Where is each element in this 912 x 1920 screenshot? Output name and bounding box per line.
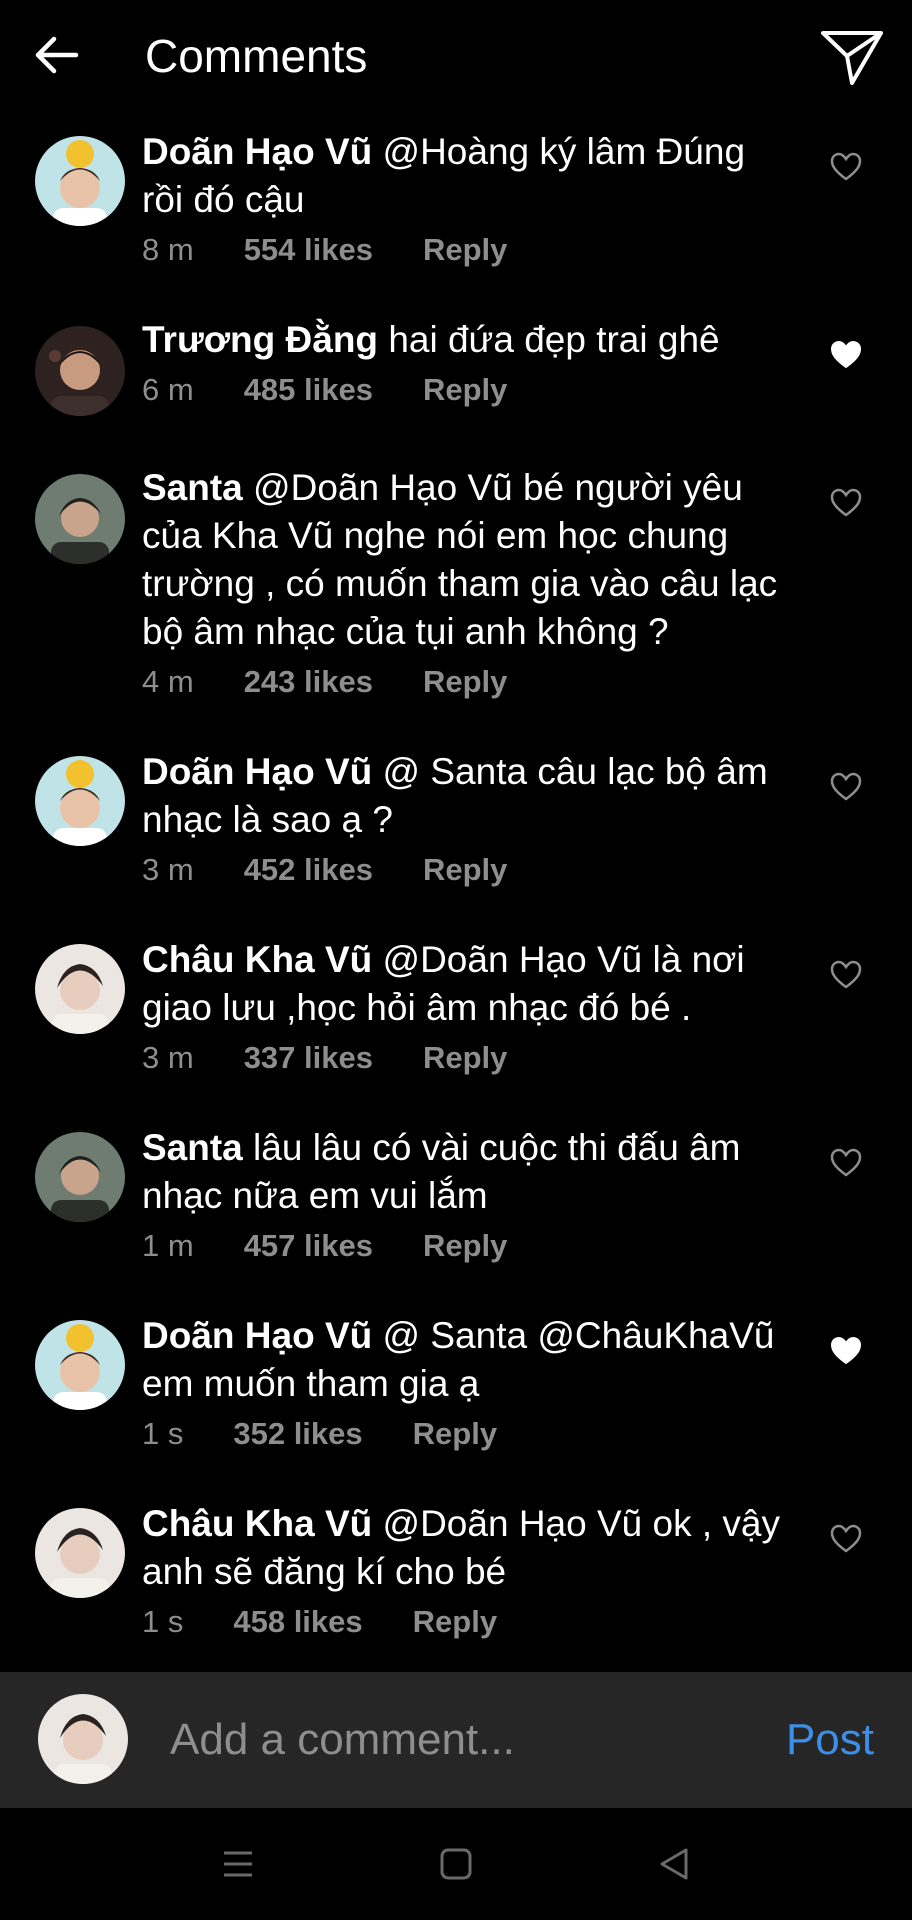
comment-likes[interactable]: 452 likes [244, 850, 373, 890]
comment-author[interactable]: Doãn Hạo Vũ [142, 131, 372, 172]
reply-button[interactable]: Reply [423, 370, 507, 410]
comment-meta: 4 m 243 likes Reply [142, 662, 782, 702]
comment-author[interactable]: Doãn Hạo Vũ [142, 1315, 372, 1356]
avatar[interactable] [35, 944, 125, 1034]
avatar[interactable] [35, 1320, 125, 1410]
comment-meta: 8 m 554 likes Reply [142, 230, 782, 270]
heart-icon[interactable] [830, 488, 862, 518]
comment-text: Châu Kha Vũ @Doãn Hạo Vũ ok , vậy anh sẽ… [142, 1500, 782, 1596]
comment-item: Châu Kha Vũ @Doãn Hạo Vũ ok , vậy anh sẽ… [0, 1500, 912, 1688]
comment-item: Doãn Hạo Vũ @Hoàng ký lâm Đúng rồi đó cậ… [0, 128, 912, 316]
comment-author[interactable]: Santa [142, 1127, 243, 1168]
comment-list: Doãn Hạo Vũ @Hoàng ký lâm Đúng rồi đó cậ… [0, 128, 912, 1688]
top-bar: Comments [0, 0, 912, 115]
comment-text: Doãn Hạo Vũ @Hoàng ký lâm Đúng rồi đó cậ… [142, 128, 782, 224]
avatar[interactable] [35, 326, 125, 416]
heart-icon[interactable] [830, 772, 862, 802]
comment-time: 1 s [142, 1604, 184, 1639]
comment-author[interactable]: Trương Đằng [142, 319, 378, 360]
paper-plane-icon[interactable] [820, 28, 884, 88]
comment-author[interactable]: Châu Kha Vũ [142, 1503, 372, 1544]
comment-likes[interactable]: 243 likes [244, 662, 373, 702]
comment-likes[interactable]: 457 likes [244, 1226, 373, 1266]
reply-button[interactable]: Reply [413, 1414, 497, 1454]
comment-item: Trương Đằng hai đứa đẹp trai ghê 6 m 485 … [0, 316, 912, 464]
current-user-avatar [38, 1694, 128, 1784]
heart-icon[interactable] [830, 960, 862, 990]
comment-composer: Post [0, 1672, 912, 1808]
comment-item: Santa @Doãn Hạo Vũ bé người yêu của Kha … [0, 464, 912, 748]
comment-text: Trương Đằng hai đứa đẹp trai ghê [142, 316, 782, 364]
page-title: Comments [145, 30, 368, 82]
comment-input[interactable] [170, 1712, 750, 1768]
post-button[interactable]: Post [786, 1712, 874, 1768]
avatar[interactable] [35, 756, 125, 846]
avatar[interactable] [35, 1508, 125, 1598]
heart-icon[interactable] [830, 152, 862, 182]
comment-text: Châu Kha Vũ @Doãn Hạo Vũ là nơi giao lưu… [142, 936, 782, 1032]
home-square-icon[interactable] [436, 1844, 476, 1884]
reply-button[interactable]: Reply [423, 1226, 507, 1266]
comment-body: hai đứa đẹp trai ghê [388, 319, 720, 360]
comment-item: Santa lâu lâu có vài cuộc thi đấu âm nhạ… [0, 1124, 912, 1312]
comment-time: 3 m [142, 1040, 194, 1075]
heart-icon[interactable] [830, 1148, 862, 1178]
comment-likes[interactable]: 337 likes [244, 1038, 373, 1078]
comment-likes[interactable]: 352 likes [233, 1414, 362, 1454]
comment-author[interactable]: Santa [142, 467, 243, 508]
comment-likes[interactable]: 554 likes [244, 230, 373, 270]
reply-button[interactable]: Reply [423, 230, 507, 270]
back-triangle-icon[interactable] [654, 1844, 694, 1884]
comment-item: Doãn Hạo Vũ @ Santa câu lạc bộ âm nhạc l… [0, 748, 912, 936]
comment-meta: 1 s 352 likes Reply [142, 1414, 782, 1454]
reply-button[interactable]: Reply [423, 662, 507, 702]
system-nav-bar [0, 1808, 912, 1920]
comment-item: Châu Kha Vũ @Doãn Hạo Vũ là nơi giao lưu… [0, 936, 912, 1124]
reply-button[interactable]: Reply [423, 850, 507, 890]
comment-time: 1 m [142, 1228, 194, 1263]
comment-text: Santa @Doãn Hạo Vũ bé người yêu của Kha … [142, 464, 782, 656]
back-arrow-icon[interactable] [32, 30, 82, 80]
heart-icon[interactable] [830, 340, 862, 370]
comment-meta: 3 m 452 likes Reply [142, 850, 782, 890]
comment-meta: 1 s 458 likes Reply [142, 1602, 782, 1642]
menu-icon[interactable] [218, 1844, 258, 1884]
avatar[interactable] [35, 136, 125, 226]
comment-author[interactable]: Doãn Hạo Vũ [142, 751, 372, 792]
comment-time: 6 m [142, 372, 194, 407]
comment-text: Santa lâu lâu có vài cuộc thi đấu âm nhạ… [142, 1124, 782, 1220]
comment-meta: 6 m 485 likes Reply [142, 370, 782, 410]
avatar[interactable] [35, 1132, 125, 1222]
comment-item: Doãn Hạo Vũ @ Santa @ChâuKhaVũ em muốn t… [0, 1312, 912, 1500]
reply-button[interactable]: Reply [423, 1038, 507, 1078]
avatar[interactable] [35, 474, 125, 564]
comment-likes[interactable]: 485 likes [244, 370, 373, 410]
comment-time: 1 s [142, 1416, 184, 1451]
comment-text: Doãn Hạo Vũ @ Santa câu lạc bộ âm nhạc l… [142, 748, 782, 844]
comment-text: Doãn Hạo Vũ @ Santa @ChâuKhaVũ em muốn t… [142, 1312, 782, 1408]
comment-meta: 1 m 457 likes Reply [142, 1226, 782, 1266]
heart-icon[interactable] [830, 1336, 862, 1366]
comment-likes[interactable]: 458 likes [233, 1602, 362, 1642]
comment-time: 8 m [142, 232, 194, 267]
comment-time: 4 m [142, 664, 194, 699]
comment-meta: 3 m 337 likes Reply [142, 1038, 782, 1078]
comment-time: 3 m [142, 852, 194, 887]
heart-icon[interactable] [830, 1524, 862, 1554]
reply-button[interactable]: Reply [413, 1602, 497, 1642]
comment-author[interactable]: Châu Kha Vũ [142, 939, 372, 980]
